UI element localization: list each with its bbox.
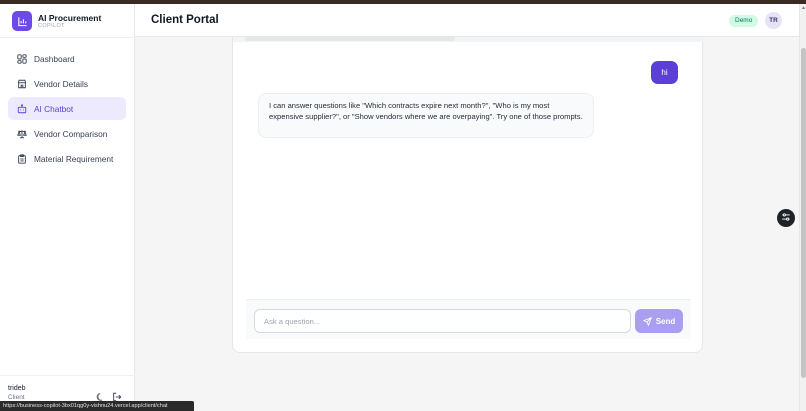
scroll-up-arrow-icon[interactable]: ▲ (801, 5, 806, 11)
user-name: trideb (8, 385, 26, 392)
grid-icon (16, 53, 27, 64)
scrollbar-thumb[interactable] (801, 48, 806, 378)
chat-header-strip (233, 37, 704, 42)
sidebar-item-dashboard[interactable]: Dashboard (8, 47, 126, 70)
brand[interactable]: AI Procurement COPILOT (12, 11, 101, 31)
sidebar-item-vendor-comparison[interactable]: Vendor Comparison (8, 123, 126, 146)
moon-icon[interactable] (95, 389, 105, 401)
chart-logo-icon (12, 11, 32, 31)
assistant-message-bubble: I can answer questions like "Which contr… (258, 93, 594, 138)
brand-subtitle: COPILOT (38, 22, 65, 29)
sidebar-item-material-requirement[interactable]: Material Requirement (8, 148, 126, 171)
sidebar-item-label: Vendor Comparison (34, 129, 108, 140)
chat-composer: Send (246, 299, 691, 339)
sidebar-item-ai-chatbot[interactable]: AI Chatbot (8, 97, 126, 121)
page-title: Client Portal (151, 14, 219, 26)
store-icon (16, 78, 27, 89)
logout-icon[interactable] (112, 389, 122, 402)
sidebar-bottom-divider (0, 375, 135, 376)
sidebar: AI Procurement COPILOT Dashboard Vendor … (0, 4, 135, 411)
bot-icon (16, 103, 27, 114)
send-button[interactable]: Send (635, 309, 683, 333)
sidebar-item-label: Material Requirement (34, 154, 114, 165)
sidebar-item-label: AI Chatbot (34, 103, 74, 114)
sidebar-item-label: Dashboard (34, 53, 75, 64)
top-header: Client Portal Demo TR (135, 4, 799, 37)
user-message-bubble: hi (651, 61, 678, 84)
sidebar-item-vendor-details[interactable]: Vendor Details (8, 72, 126, 95)
send-button-label: Send (655, 316, 676, 326)
link-status-url: https://business-copilot-3bx01qg0y-vishn… (0, 401, 194, 411)
brand-title: AI Procurement (38, 12, 102, 23)
user-info: trideb Client (8, 384, 26, 402)
sidebar-item-label: Vendor Details (34, 78, 88, 89)
floating-action-button[interactable] (777, 209, 795, 227)
chat-header-placeholder (245, 37, 455, 41)
chat-input[interactable] (254, 309, 631, 333)
sliders-icon (781, 209, 791, 227)
page-scrollbar[interactable]: ▲ (799, 4, 806, 411)
send-icon (642, 316, 652, 326)
chat-panel: hi I can answer questions like "Which co… (232, 37, 704, 353)
sidebar-divider (0, 37, 135, 38)
scale-icon (16, 129, 27, 140)
sidebar-nav: Dashboard Vendor Details AI Chatbot Vend… (8, 47, 126, 173)
status-badge: Demo (729, 15, 759, 27)
clipboard-icon (16, 154, 27, 165)
avatar[interactable]: TR (765, 12, 782, 29)
